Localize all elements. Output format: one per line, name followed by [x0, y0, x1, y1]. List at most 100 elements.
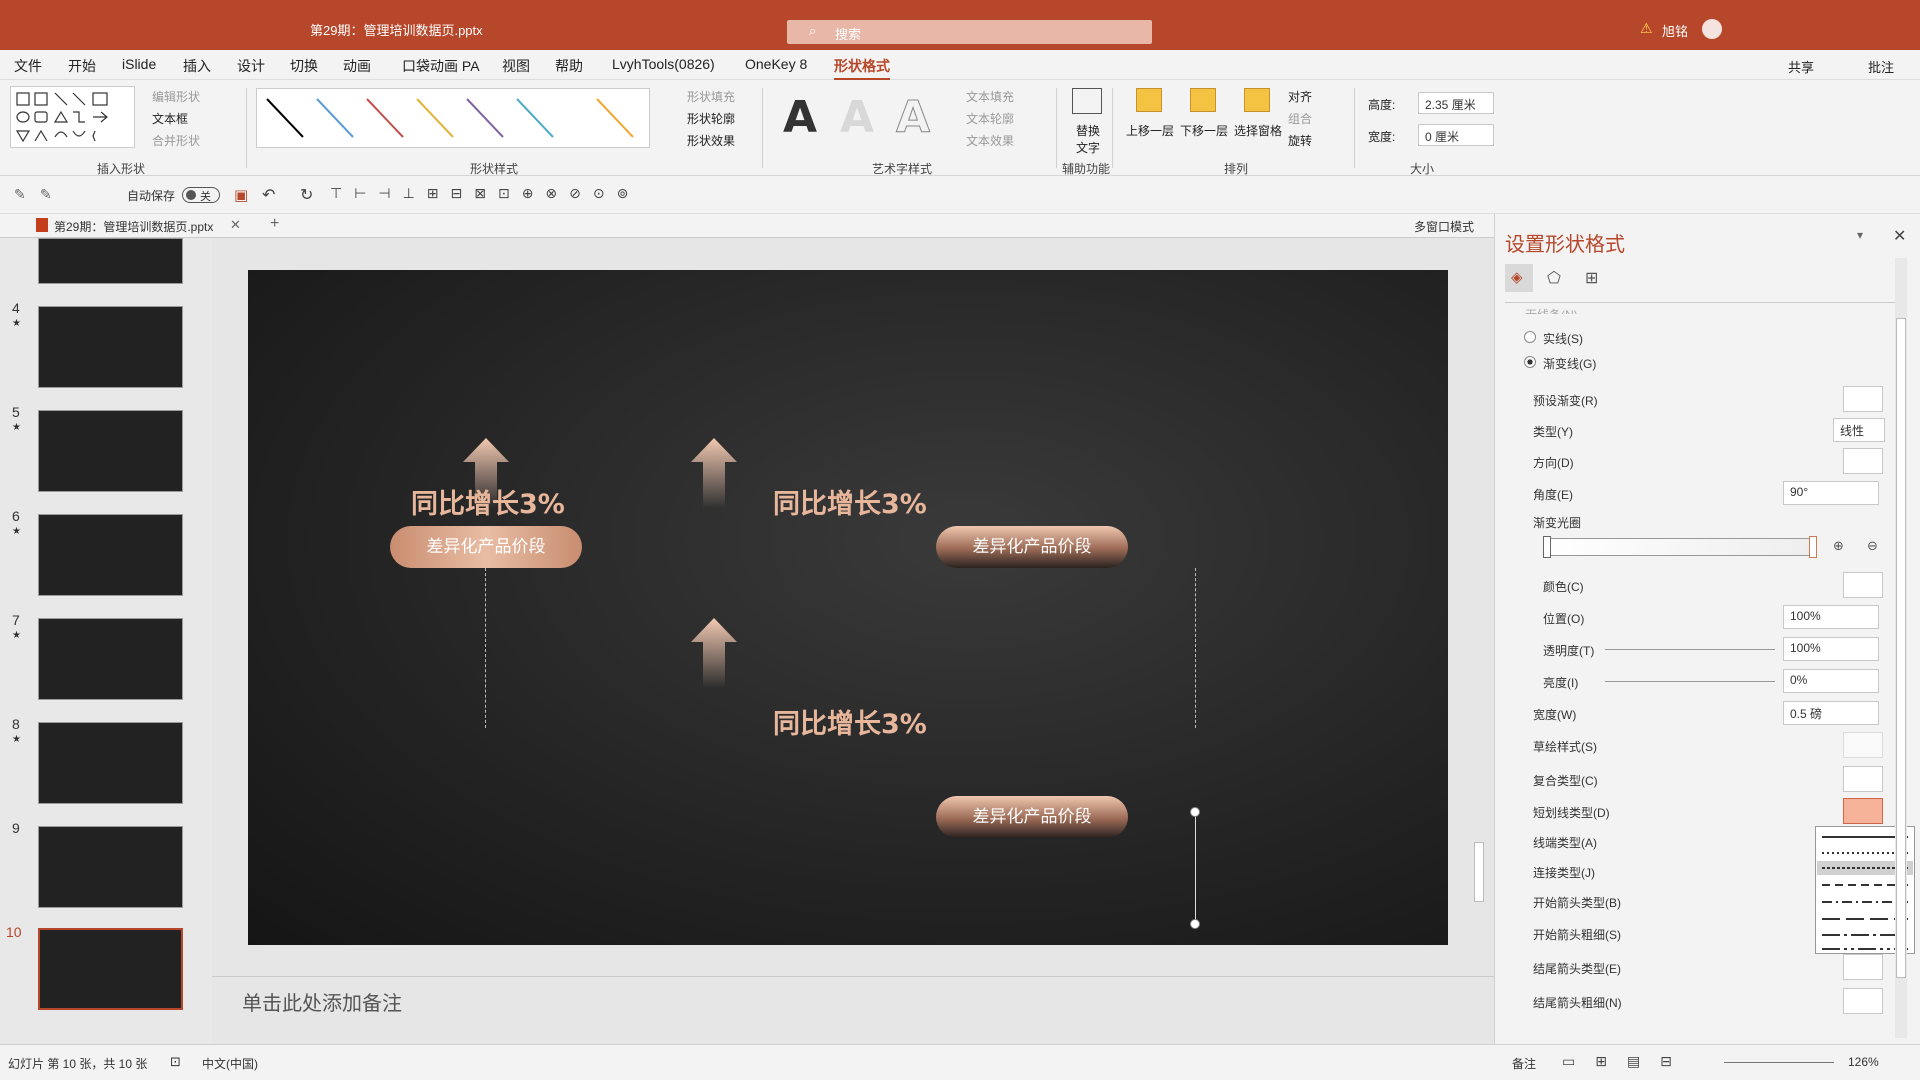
text-effect-button[interactable]: 文本效果 [966, 132, 1014, 149]
notes-placeholder[interactable]: 单击此处添加备注 [242, 987, 402, 1016]
resize-handle[interactable] [1190, 807, 1200, 817]
color-picker-button[interactable] [1843, 572, 1883, 598]
size-properties-tab-icon[interactable]: ⊞ [1585, 268, 1598, 288]
selected-line[interactable] [1195, 812, 1196, 924]
width-input[interactable]: 0 厘米 [1418, 124, 1494, 146]
dashed-connector[interactable] [1195, 568, 1196, 728]
canvas-scrollbar[interactable] [1472, 242, 1486, 922]
tab-design[interactable]: 设计 [237, 56, 265, 76]
dashed-connector[interactable] [485, 568, 486, 728]
resize-handle[interactable] [1190, 919, 1200, 929]
warning-icon[interactable]: ⚠ [1640, 20, 1653, 37]
text-box-button[interactable]: 文本框 [152, 110, 188, 127]
end-arrow-size-dropdown[interactable] [1843, 988, 1883, 1014]
shape-effect-button[interactable]: 形状效果 [687, 132, 735, 149]
align-button[interactable]: 对齐 [1288, 88, 1312, 105]
slide-thumbnail-partial[interactable] [38, 238, 183, 284]
merge-shape-button[interactable]: 合并形状 [152, 132, 200, 149]
preset-gradient-dropdown[interactable] [1843, 386, 1883, 412]
width-input[interactable]: 0.5 磅 [1783, 701, 1879, 725]
share-button[interactable]: 共享 [1788, 57, 1814, 76]
shape-outline-button[interactable]: 形状轮廓 [687, 110, 735, 127]
pen-icon[interactable]: ✎ [40, 186, 52, 203]
tab-shape-format[interactable]: 形状格式 [834, 56, 890, 81]
gradient-stop-handle[interactable] [1543, 536, 1551, 558]
slide-thumbnail[interactable] [38, 306, 183, 388]
zoom-slider[interactable] [1724, 1062, 1834, 1063]
redo-icon[interactable]: ↻ [300, 185, 313, 205]
tab-lvyhtools[interactable]: LvyhTools(0826) [612, 56, 715, 72]
slide-thumbnail-selected[interactable] [38, 928, 183, 1010]
height-input[interactable]: 2.35 厘米 [1418, 92, 1494, 114]
language-indicator[interactable]: 中文(中国) [202, 1055, 258, 1072]
user-name[interactable]: 旭铭 [1662, 21, 1688, 40]
text-fill-button[interactable]: 文本填充 [966, 88, 1014, 105]
tab-animations[interactable]: 动画 [343, 56, 371, 76]
dash-type-dropdown[interactable] [1843, 798, 1883, 824]
notes-toggle-button[interactable]: 备注 [1512, 1055, 1536, 1072]
panel-scrollbar[interactable] [1895, 258, 1907, 1038]
document-tab[interactable]: 第29期：管理培训数据页.pptx [54, 218, 213, 235]
direction-dropdown[interactable] [1843, 448, 1883, 474]
zoom-level[interactable]: 126% [1848, 1055, 1879, 1069]
search-input[interactable]: ⌕ 搜索 [787, 20, 1152, 44]
transparency-slider[interactable] [1605, 649, 1775, 650]
tab-onekey[interactable]: OneKey 8 [745, 56, 807, 72]
selection-pane-icon[interactable] [1244, 88, 1270, 112]
solid-line-label[interactable]: 实线(S) [1543, 330, 1583, 347]
alt-text-button[interactable]: 替换文字 [1074, 122, 1102, 156]
scrollbar-thumb[interactable] [1896, 318, 1906, 978]
chevron-down-icon[interactable]: ▾ [1857, 228, 1863, 242]
slide-thumbnail[interactable] [38, 826, 183, 908]
comment-button[interactable]: 批注 [1868, 57, 1894, 76]
tab-pocket-animation[interactable]: 口袋动画 PA [402, 56, 480, 76]
sketch-style-dropdown[interactable] [1843, 732, 1883, 758]
growth-headline[interactable]: 同比增长3% [773, 702, 927, 741]
up-arrow-shape[interactable] [691, 618, 737, 688]
notes-pane[interactable]: 单击此处添加备注 [212, 976, 1494, 1044]
selection-pane-button[interactable]: 选择窗格 [1234, 122, 1282, 139]
wordart-style-2[interactable]: A [833, 90, 881, 146]
spellcheck-icon[interactable]: ⊡ [170, 1054, 181, 1070]
undo-icon[interactable]: ↶ [262, 185, 275, 205]
tab-file[interactable]: 文件 [14, 56, 42, 76]
add-tab-icon[interactable]: + [270, 215, 279, 233]
pen-icon[interactable]: ✎ [14, 186, 26, 203]
remove-stop-icon[interactable]: ⊖ [1867, 538, 1878, 554]
wordart-style-3[interactable]: A [889, 90, 937, 146]
gradient-line-label[interactable]: 渐变线(G) [1543, 355, 1596, 372]
price-segment-pill[interactable]: 差异化产品价段 [390, 526, 582, 568]
brightness-input[interactable]: 0% [1783, 669, 1879, 693]
position-input[interactable]: 100% [1783, 605, 1879, 629]
tab-islide[interactable]: iSlide [122, 56, 156, 72]
slide-thumbnail[interactable] [38, 410, 183, 492]
slide-thumbnail[interactable] [38, 618, 183, 700]
end-arrow-type-dropdown[interactable] [1843, 954, 1883, 980]
no-line-option[interactable]: 无线条(N) [1525, 306, 1578, 314]
save-icon[interactable]: ▣ [234, 186, 248, 204]
autosave-toggle[interactable]: 关 [182, 187, 220, 203]
tab-home[interactable]: 开始 [68, 56, 96, 76]
fill-line-tab[interactable]: ◈ [1505, 264, 1533, 292]
brightness-slider[interactable] [1605, 681, 1775, 682]
send-backward-button[interactable]: 下移一层 [1180, 122, 1228, 139]
tab-transitions[interactable]: 切换 [290, 56, 318, 76]
edit-shape-button[interactable]: 编辑形状 [152, 88, 200, 105]
view-mode-icons[interactable]: ▭⊞▤⊟ [1562, 1053, 1692, 1070]
gradient-type-select[interactable]: 线性 [1833, 418, 1885, 442]
angle-input[interactable]: 90° [1783, 481, 1879, 505]
slide[interactable]: 同比增长3% 同比增长3% 同比增长3% 差异化产品价段 差异化产品价段 差异化… [248, 270, 1448, 945]
bring-forward-button[interactable]: 上移一层 [1126, 122, 1174, 139]
effects-tab-icon[interactable]: ⬠ [1547, 268, 1561, 288]
gradient-stops-bar[interactable] [1545, 538, 1813, 556]
tab-insert[interactable]: 插入 [183, 56, 211, 76]
wordart-style-1[interactable]: A [776, 90, 824, 146]
radio-solid-line[interactable] [1524, 331, 1536, 343]
multiwindow-button[interactable]: 多窗口模式 [1414, 218, 1474, 235]
shape-gallery[interactable] [10, 86, 135, 148]
tab-view[interactable]: 视图 [502, 56, 530, 76]
price-segment-pill[interactable]: 差异化产品价段 [936, 526, 1128, 568]
avatar[interactable] [1702, 19, 1722, 39]
add-stop-icon[interactable]: ⊕ [1833, 538, 1844, 554]
up-arrow-shape[interactable] [691, 438, 737, 508]
